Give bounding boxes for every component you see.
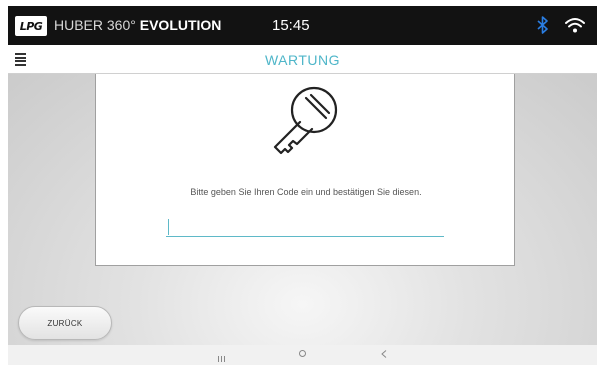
system-nav-bar (8, 345, 597, 365)
code-input[interactable] (166, 215, 444, 237)
back-button[interactable]: ZURÜCK (18, 306, 112, 340)
app-title-bold: EVOLUTION (139, 17, 222, 33)
key-icon (273, 86, 338, 155)
text-cursor (168, 219, 169, 235)
title-bar: WARTUNG (8, 45, 597, 74)
status-bar: LPG HUBER 360° EVOLUTION 15:45 (8, 6, 597, 45)
wifi-icon (565, 18, 585, 33)
back-icon[interactable] (381, 350, 387, 358)
home-icon[interactable] (299, 350, 306, 357)
clock: 15:45 (272, 17, 310, 34)
code-dialog: Bitte geben Sie Ihren Code ein und bestä… (95, 74, 515, 266)
back-button-label: ZURÜCK (47, 318, 83, 328)
recents-icon[interactable] (218, 349, 227, 365)
brand-logo: LPG (15, 16, 47, 36)
code-prompt: Bitte geben Sie Ihren Code ein und bestä… (190, 187, 422, 197)
app-title-light: HUBER 360° (54, 17, 136, 33)
content-area: Bitte geben Sie Ihren Code ein und bestä… (8, 74, 597, 345)
device-screen: LPG HUBER 360° EVOLUTION 15:45 WARTUNG B… (8, 6, 597, 365)
page-title: WARTUNG (264, 52, 341, 68)
brand-logo-text: LPG (19, 19, 43, 33)
bluetooth-icon (537, 16, 548, 34)
app-title: HUBER 360° EVOLUTION (54, 17, 221, 33)
